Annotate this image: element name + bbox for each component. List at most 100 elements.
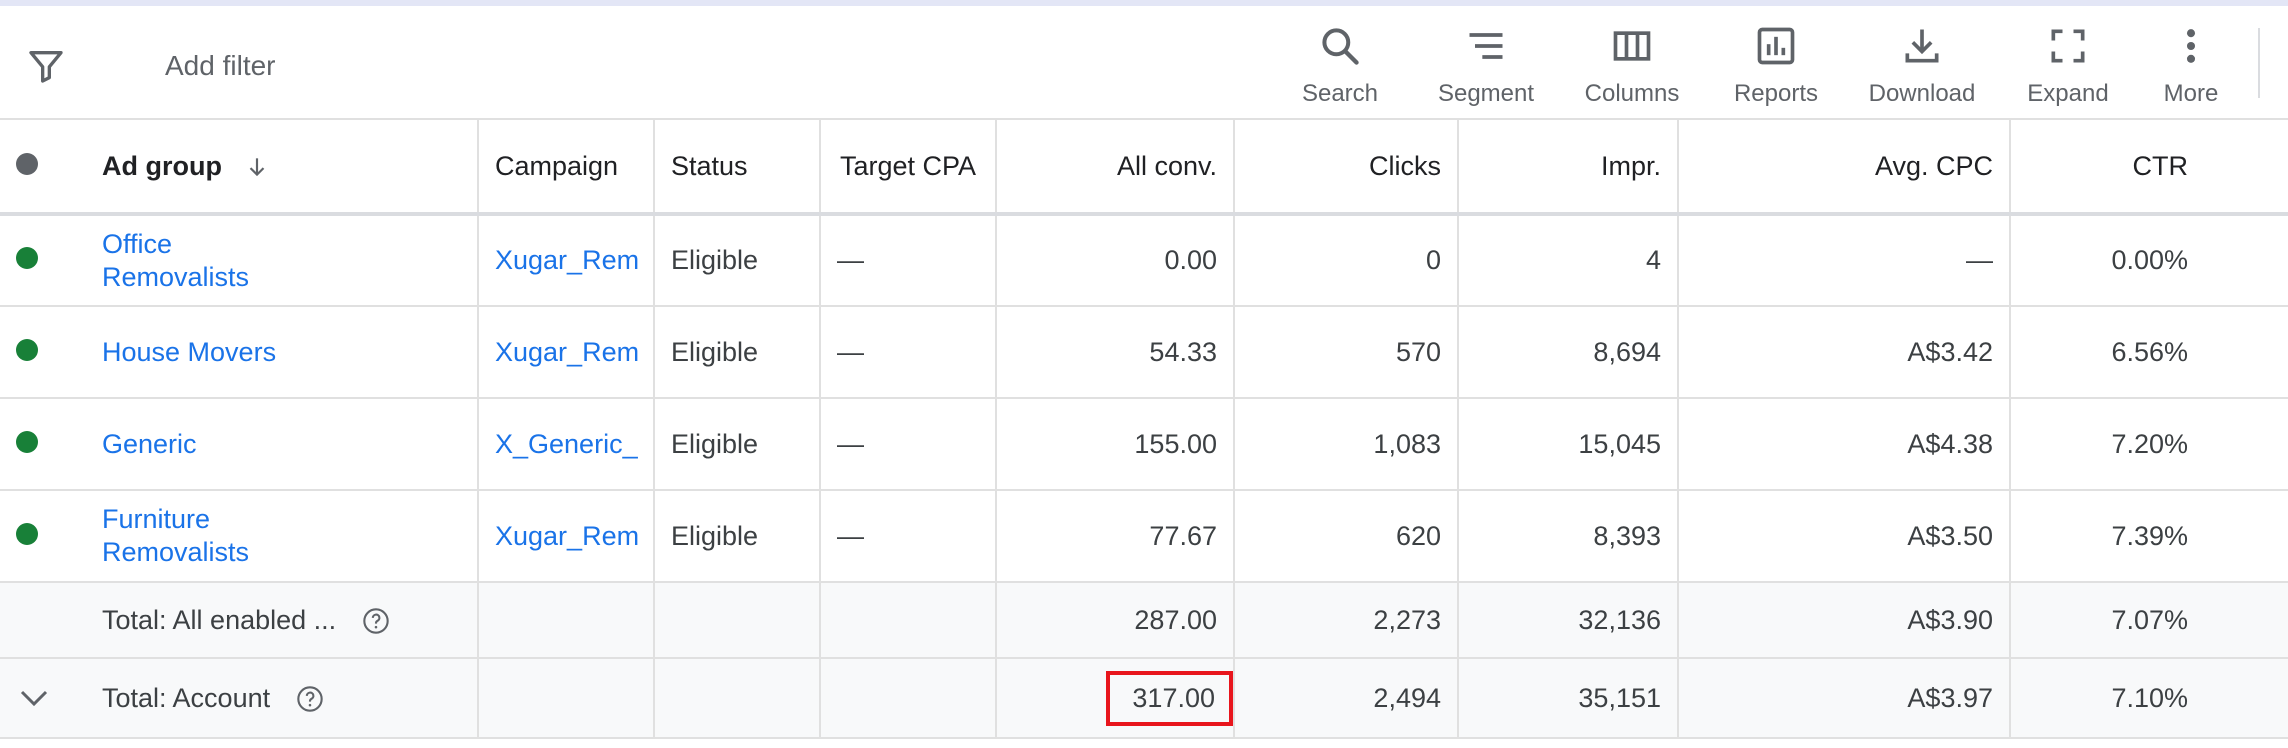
help-icon[interactable] <box>362 607 390 635</box>
all-conv-cell: 77.67 <box>996 490 1235 583</box>
download-label: Download <box>1868 80 1976 107</box>
clicks-cell: 2,273 <box>1234 582 1459 659</box>
clicks-cell: 0 <box>1234 214 1459 307</box>
total-enabled-label: Total: All enabled ... <box>102 604 337 635</box>
impr-cell: 4 <box>1458 214 1679 307</box>
table-row: Office Removalists Xugar_Rem Eligible — … <box>0 214 2288 307</box>
header-avg-cpc[interactable]: Avg. CPC <box>1678 120 2011 216</box>
campaign-cell: Xugar_Rem <box>478 214 655 307</box>
header-status[interactable]: Status <box>654 120 821 216</box>
all-conv-cell: 54.33 <box>996 306 1235 399</box>
all-conv-cell: 287.00 <box>996 582 1235 659</box>
status-text: Eligible <box>654 306 821 399</box>
columns-button[interactable]: Columns <box>1582 24 1682 114</box>
total-target-cpa-cell <box>820 658 997 739</box>
clicks-cell: 570 <box>1234 306 1459 399</box>
ctr-cell: 6.56% <box>2010 306 2288 399</box>
campaign-link[interactable]: Xugar_Rem <box>495 337 639 367</box>
avg-cpc-cell: A$3.50 <box>1678 490 2011 583</box>
ad-group-cell: House Movers <box>86 306 479 399</box>
filter-icon[interactable] <box>26 46 66 86</box>
campaign-link[interactable]: Xugar_Rem <box>495 521 639 551</box>
chevron-down-icon[interactable] <box>16 680 52 716</box>
status-dot-icon[interactable] <box>16 338 38 361</box>
impr-cell: 15,045 <box>1458 398 1679 491</box>
all-conv-cell: 317.00 <box>996 658 1235 739</box>
campaign-link[interactable]: X_Generic_ <box>495 429 638 459</box>
avg-cpc-cell: — <box>1678 214 2011 307</box>
total-account-label: Total: Account <box>102 682 271 713</box>
select-all-cell[interactable] <box>0 120 86 216</box>
ad-group-link[interactable]: Generic <box>102 429 197 459</box>
all-conv-cell: 155.00 <box>996 398 1235 491</box>
more-button[interactable]: More <box>2156 24 2226 114</box>
total-campaign-cell <box>478 658 655 739</box>
header-target-cpa[interactable]: Target CPA <box>820 120 997 216</box>
table-toolbar: Add filter Search Segment Columns Report… <box>0 6 2288 120</box>
add-filter-button[interactable]: Add filter <box>165 50 276 82</box>
header-clicks[interactable]: Clicks <box>1234 120 1459 216</box>
status-dot-icon[interactable] <box>16 247 38 269</box>
target-cpa-cell[interactable]: — <box>820 306 997 399</box>
target-cpa-cell[interactable]: — <box>820 398 997 491</box>
highlighted-all-conv-value: 317.00 <box>1106 670 1232 726</box>
ad-group-link[interactable]: House Movers <box>102 337 276 367</box>
target-cpa-cell[interactable]: — <box>820 490 997 583</box>
header-ctr[interactable]: CTR <box>2010 120 2288 216</box>
expand-cell[interactable] <box>0 658 86 739</box>
total-label-cell: Total: All enabled ... <box>86 582 479 659</box>
segment-label: Segment <box>1437 80 1535 107</box>
segment-icon <box>1469 33 1503 59</box>
status-dot-icon[interactable] <box>16 430 38 453</box>
target-cpa-cell[interactable]: — <box>820 214 997 307</box>
all-conv-cell: 0.00 <box>996 214 1235 307</box>
header-campaign[interactable]: Campaign <box>478 120 655 216</box>
status-text: Eligible <box>654 398 821 491</box>
total-row-account: Total: Account 317.00 2,494 35,151 A$3.9… <box>0 658 2288 739</box>
search-button[interactable]: Search <box>1300 24 1380 114</box>
header-impr[interactable]: Impr. <box>1458 120 1679 216</box>
ctr-cell: 7.20% <box>2010 398 2288 491</box>
total-row-enabled: Total: All enabled ... 287.00 2,273 32,1… <box>0 582 2288 659</box>
arrow-down-icon <box>249 158 264 177</box>
status-cell[interactable] <box>0 214 86 307</box>
campaign-link[interactable]: Xugar_Rem <box>495 245 639 275</box>
ctr-cell: 7.39% <box>2010 490 2288 583</box>
expand-button[interactable]: Expand <box>2026 24 2110 114</box>
reports-icon <box>1757 27 1795 65</box>
status-dot-icon[interactable] <box>16 522 38 545</box>
table-row: Generic X_Generic_ Eligible — 155.00 1,0… <box>0 398 2288 491</box>
impr-cell: 35,151 <box>1458 658 1679 739</box>
status-text: Eligible <box>654 490 821 583</box>
ctr-cell: 0.00% <box>2010 214 2288 307</box>
status-cell[interactable] <box>0 490 86 583</box>
ad-group-cell: Generic <box>86 398 479 491</box>
status-cell[interactable] <box>0 306 86 399</box>
more-label: More <box>2163 80 2219 107</box>
columns-label: Columns <box>1584 80 1680 107</box>
header-ad-group[interactable]: Ad group <box>86 120 479 216</box>
campaign-cell: X_Generic_ <box>478 398 655 491</box>
campaign-cell: Xugar_Rem <box>478 306 655 399</box>
ctr-cell: 7.10% <box>2010 658 2288 739</box>
download-icon <box>1905 29 1939 63</box>
header-all-conv[interactable]: All conv. <box>996 120 1235 216</box>
ad-group-link[interactable]: Office Removalists <box>102 228 292 294</box>
reports-button[interactable]: Reports <box>1728 24 1824 114</box>
total-blank-cell <box>0 582 86 659</box>
header-row: Ad group Campaign Status Target CPA All … <box>0 120 2288 216</box>
segment-button[interactable]: Segment <box>1434 24 1538 114</box>
status-cell[interactable] <box>0 398 86 491</box>
impr-cell: 8,694 <box>1458 306 1679 399</box>
status-all-icon[interactable] <box>16 152 38 175</box>
ctr-cell: 7.07% <box>2010 582 2288 659</box>
download-button[interactable]: Download <box>1866 24 1978 114</box>
ad-group-cell: Furniture Removalists <box>86 490 479 583</box>
help-icon[interactable] <box>296 685 324 713</box>
total-status-cell <box>654 582 821 659</box>
toolbar-divider <box>2258 28 2260 98</box>
campaign-cell: Xugar_Rem <box>478 490 655 583</box>
ad-group-link[interactable]: Furniture Removalists <box>102 503 292 569</box>
avg-cpc-cell: A$4.38 <box>1678 398 2011 491</box>
search-icon <box>1322 28 1359 65</box>
